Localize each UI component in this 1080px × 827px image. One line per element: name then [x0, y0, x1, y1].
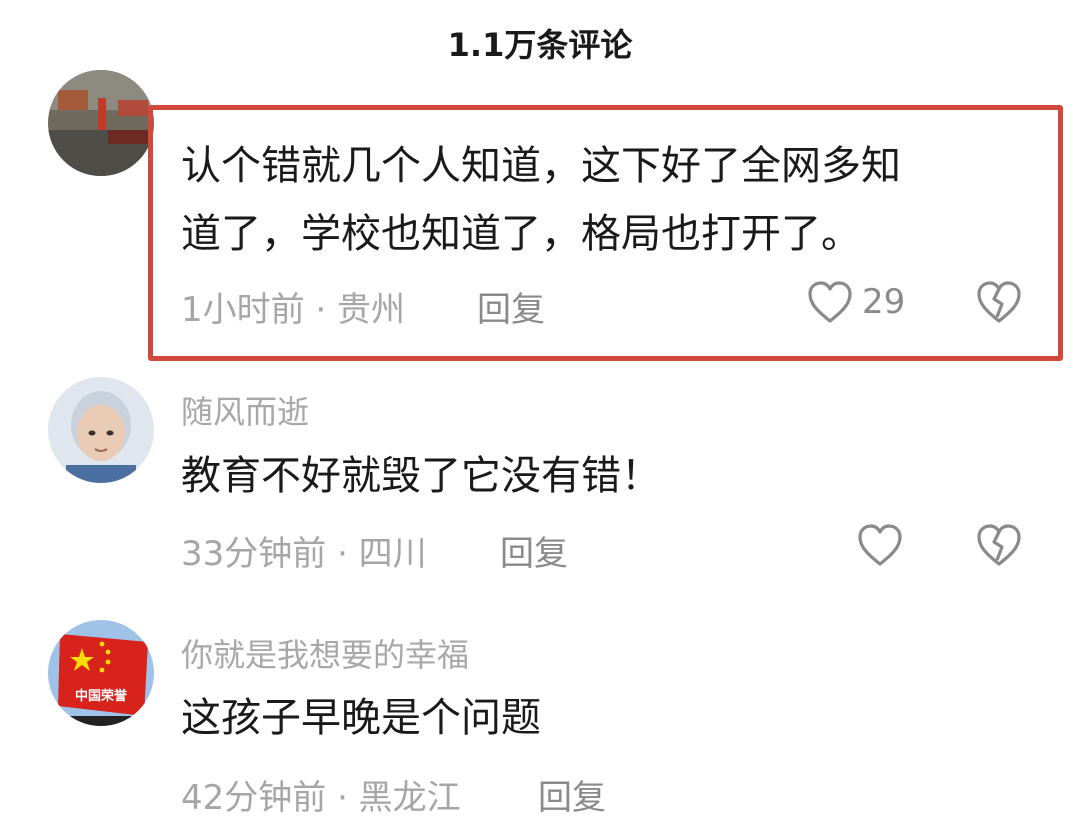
- comment-text-line: 教育不好就毁了它没有错！: [181, 453, 661, 499]
- comments-page: 1.1万条评论 认个错就几个人知道，这下好了全网多知 道了，学校也知道了，格局也…: [0, 0, 1080, 827]
- comment-text-line: 这孩子早晚是个问题: [181, 695, 541, 741]
- comment-meta: 33分钟前 · 四川: [181, 534, 427, 574]
- reply-button[interactable]: 回复: [538, 770, 606, 819]
- flag-avatar-icon: 中国荣誉: [48, 620, 154, 726]
- broken-heart-icon[interactable]: [975, 522, 1023, 568]
- highlight-frame: [148, 105, 1063, 361]
- comment-username[interactable]: 随风而逝: [181, 387, 309, 433]
- avatar-photo-icon: [48, 70, 154, 176]
- comment-count-title: 1.1万条评论: [447, 26, 633, 64]
- comment-username[interactable]: 你就是我想要的幸福: [181, 630, 469, 676]
- avatar-honor-text: 中国荣誉: [75, 688, 128, 704]
- heart-icon[interactable]: [856, 522, 904, 568]
- user-avatar[interactable]: [48, 377, 154, 483]
- comment-meta: 42分钟前 · 黑龙江: [181, 778, 461, 818]
- avatar-portrait-icon: [48, 377, 154, 483]
- user-avatar[interactable]: [48, 70, 154, 176]
- reply-button[interactable]: 回复: [500, 526, 568, 575]
- user-avatar[interactable]: 中国荣誉: [48, 620, 154, 726]
